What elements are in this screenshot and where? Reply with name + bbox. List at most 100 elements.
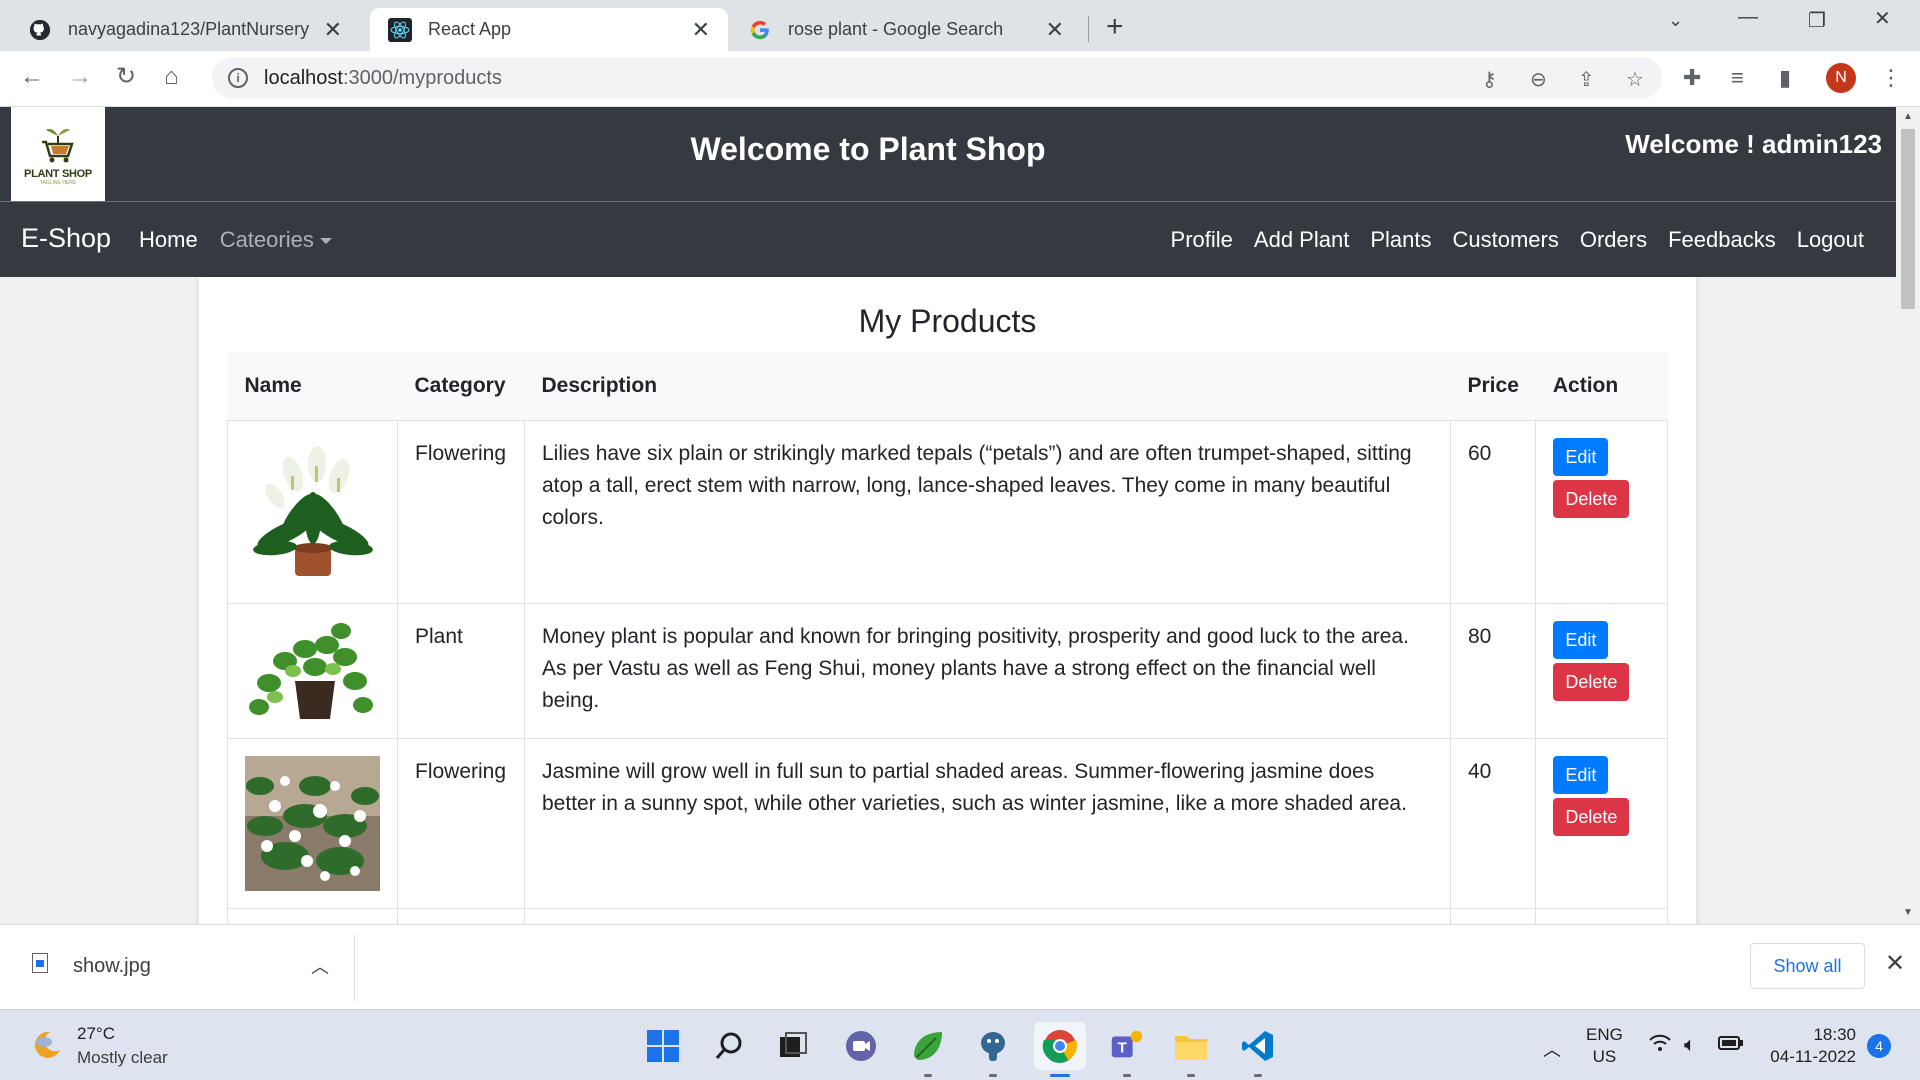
volume-icon[interactable]: 🔈︎ [1684, 1034, 1696, 1057]
vscode-icon[interactable] [1240, 1028, 1276, 1064]
app-green-icon[interactable] [910, 1028, 946, 1064]
edit-button[interactable]: Edit [1553, 755, 1609, 794]
windows-taskbar: 27°C Mostly clear T ︿ ENG US 🔈︎ 18:30 04… [0, 1009, 1920, 1080]
chevron-up-icon[interactable]: ︿ [1543, 1036, 1561, 1062]
new-tab-icon[interactable]: + [1106, 12, 1124, 42]
close-icon[interactable]: ✕ [692, 18, 710, 41]
product-description: Lilies have six plain or strikingly mark… [524, 419, 1451, 604]
minimize-icon[interactable]: — [1738, 6, 1758, 29]
delete-button[interactable]: Delete [1553, 662, 1630, 701]
moon-weather-icon[interactable] [30, 1028, 64, 1062]
language-indicator[interactable]: ENG US [1586, 1024, 1623, 1068]
nav-feedbacks[interactable]: Feedbacks [1668, 227, 1776, 253]
column-header-action: Action [1552, 373, 1619, 397]
page-scrollbar[interactable]: ▲ ▼ [1896, 107, 1920, 924]
close-icon[interactable]: ✕ [324, 18, 342, 41]
nav-profile[interactable]: Profile [1171, 227, 1233, 253]
nav-add-plant[interactable]: Add Plant [1254, 227, 1349, 253]
nav-right: Profile Add Plant Plants Customers Order… [1171, 227, 1864, 253]
show-all-button[interactable]: Show all [1750, 943, 1865, 989]
tab-title: navyagadina123/PlantNursery [68, 19, 310, 39]
brand-link[interactable]: E-Shop [21, 223, 111, 254]
lang-region: US [1592, 1047, 1617, 1066]
home-icon[interactable]: ⌂ [164, 65, 179, 89]
edit-button[interactable]: Edit [1553, 620, 1609, 659]
forward-arrow-icon[interactable]: → [68, 65, 92, 89]
restore-icon[interactable]: ❐ [1808, 8, 1826, 33]
scrollbar-thumb[interactable] [1901, 129, 1915, 309]
wifi-icon[interactable] [1649, 1034, 1671, 1058]
file-explorer-icon[interactable] [1173, 1028, 1209, 1064]
menu-kebab-icon[interactable]: ⋮ [1880, 65, 1902, 91]
column-header-description: Description [541, 373, 658, 397]
windows-start-icon[interactable] [645, 1028, 681, 1064]
task-view-icon[interactable] [775, 1028, 811, 1064]
download-file-name[interactable]: show.jpg [73, 955, 151, 978]
tab-github[interactable]: navyagadina123/PlantNursery ✕ [10, 8, 360, 51]
close-icon[interactable]: ✕ [1046, 18, 1064, 41]
search-icon[interactable] [711, 1028, 747, 1064]
scroll-down-icon[interactable]: ▼ [1903, 907, 1913, 918]
nav-categories-label: Cateories [219, 227, 314, 252]
chat-icon[interactable] [843, 1028, 879, 1064]
svg-text:T: T [1117, 1040, 1127, 1057]
nav-orders[interactable]: Orders [1580, 227, 1647, 253]
weather-temperature[interactable]: 27°C [77, 1024, 115, 1044]
column-header-category: Category [414, 373, 506, 397]
product-actions: Edit Delete [1535, 602, 1668, 739]
product-description: Jasmine will grow well in full sun to pa… [524, 737, 1451, 909]
back-arrow-icon[interactable]: ← [20, 65, 44, 89]
running-indicator [989, 1074, 997, 1077]
column-header-name: Name [244, 373, 302, 397]
chevron-up-icon[interactable]: ︿ [311, 953, 329, 979]
clock[interactable]: 18:30 04-11-2022 [1766, 1024, 1856, 1068]
key-icon[interactable]: ⚷ [1482, 67, 1497, 92]
product-price: 40 [1449, 737, 1537, 909]
tab-react-app[interactable]: React App ✕ [370, 8, 728, 51]
nav-logout[interactable]: Logout [1797, 227, 1864, 253]
close-icon[interactable]: ✕ [1885, 949, 1905, 978]
nav-customers[interactable]: Customers [1452, 227, 1558, 253]
clock-time: 18:30 [1813, 1025, 1856, 1044]
bookmark-star-icon[interactable]: ☆ [1626, 67, 1644, 92]
extensions-icon[interactable]: ✚ [1683, 65, 1701, 91]
side-panel-icon[interactable]: ▮ [1779, 65, 1791, 91]
share-icon[interactable]: ⇪ [1578, 67, 1595, 92]
product-description: Money plant is popular and known for bri… [524, 602, 1451, 739]
scroll-up-icon[interactable]: ▲ [1903, 111, 1913, 122]
nav-plants[interactable]: Plants [1370, 227, 1431, 253]
reload-icon[interactable]: ↻ [116, 65, 136, 89]
window-close-icon[interactable]: ✕ [1874, 6, 1891, 31]
address-toolbar: ← → ↻ ⌂ i localhost:3000/myproducts ⚷ ⊖ … [0, 51, 1920, 107]
url-bar[interactable]: i localhost:3000/myproducts ⚷ ⊖ ⇪ ☆ [212, 57, 1662, 99]
battery-icon[interactable] [1718, 1034, 1744, 1057]
media-icon[interactable]: ≡ [1731, 65, 1744, 91]
chrome-icon[interactable] [1034, 1022, 1086, 1070]
product-image-cell [227, 419, 398, 604]
profile-avatar[interactable]: N [1826, 63, 1856, 93]
edit-button[interactable]: Edit [1553, 437, 1609, 476]
tab-title: React App [428, 19, 512, 39]
react-icon [388, 17, 412, 42]
notification-badge[interactable]: 4 [1867, 1034, 1891, 1058]
product-actions: Edit Delete [1535, 737, 1668, 909]
delete-button[interactable]: Delete [1553, 797, 1630, 836]
teams-icon[interactable]: T [1108, 1028, 1144, 1064]
tab-search-chevron-icon[interactable]: ⌄ [1668, 10, 1683, 31]
tab-google-search[interactable]: rose plant - Google Search ✕ [730, 8, 1082, 51]
cell [397, 907, 525, 924]
postgres-icon[interactable] [975, 1028, 1011, 1064]
delete-button[interactable]: Delete [1553, 479, 1630, 518]
nav-categories-dropdown[interactable]: Cateories [220, 227, 332, 253]
google-icon [748, 18, 772, 42]
tab-title: rose plant - Google Search [788, 19, 1004, 39]
url-path: :3000/myproducts [342, 66, 502, 89]
zoom-icon[interactable]: ⊖ [1530, 67, 1547, 92]
cell [1535, 907, 1668, 924]
product-category: Flowering [397, 737, 525, 909]
nav-home[interactable]: Home [139, 227, 198, 253]
active-indicator [1050, 1074, 1070, 1077]
page-viewport: PLANT SHOP TAGLINE HERE Welcome to Plant… [0, 107, 1896, 924]
info-icon[interactable]: i [228, 68, 248, 88]
weather-condition[interactable]: Mostly clear [77, 1048, 168, 1068]
